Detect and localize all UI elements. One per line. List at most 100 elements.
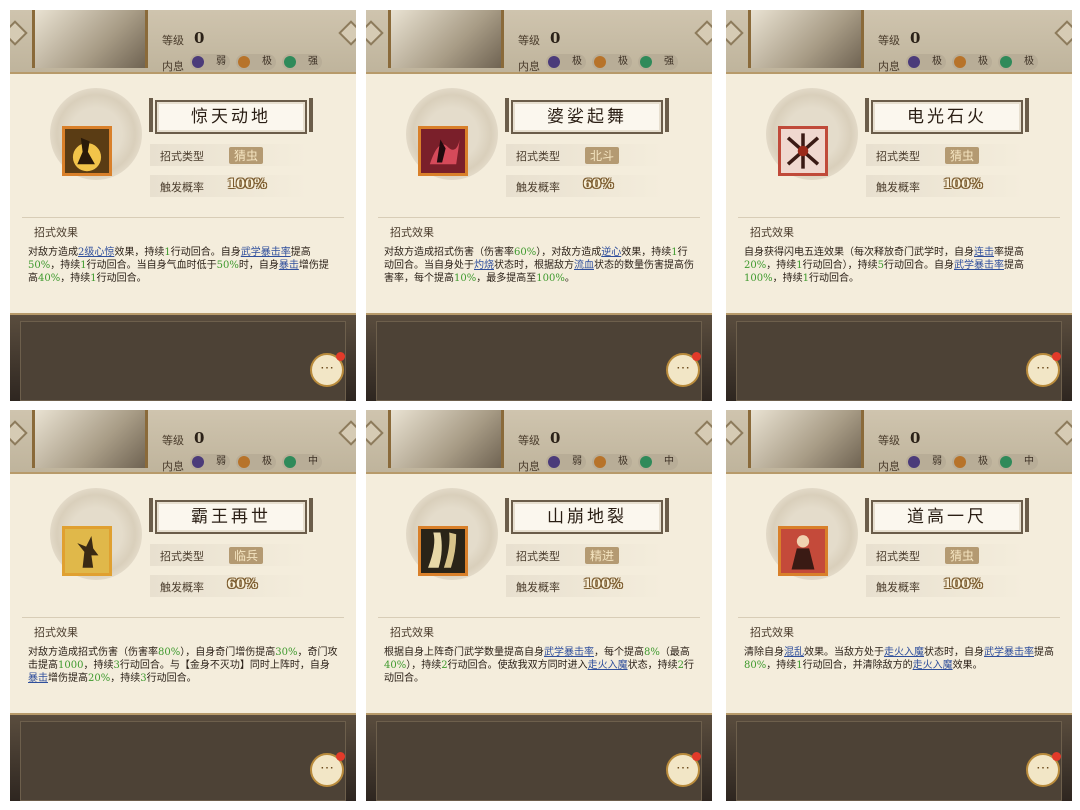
level-value: 0 bbox=[550, 29, 561, 47]
corner-ornament bbox=[366, 420, 384, 446]
neixi-badge-label: 极 bbox=[978, 456, 988, 467]
trigger-rate-label: 触发概率 bbox=[876, 181, 920, 194]
trigger-rate-value: 100% bbox=[943, 577, 983, 592]
status-keyword-link[interactable]: 暴击 bbox=[28, 673, 48, 684]
hero-portrait[interactable] bbox=[388, 410, 504, 468]
effect-description: 对敌方造成招式伤害（伤害率80%），自身奇门增伤提高30%，奇门攻击提高1000… bbox=[28, 646, 338, 685]
neixi-badge: 极 bbox=[998, 54, 1038, 70]
level-value: 0 bbox=[910, 429, 921, 447]
corner-ornament bbox=[1054, 420, 1072, 446]
neixi-orb-icon bbox=[908, 56, 920, 68]
effect-description: 自身获得闪电五连效果（每次释放奇门武学时，自身连击率提高20%，持续1行动回合）… bbox=[744, 246, 1054, 285]
skill-detail-card: 霸王再世 招式类型 临兵 触发概率 60% 招式效果 对敌方造成招式伤害（伤害率80%），自… bbox=[10, 472, 356, 715]
neixi-badge: 极 bbox=[546, 54, 586, 70]
corner-ornament bbox=[1054, 20, 1072, 46]
chat-bubble-button[interactable]: ⋯ bbox=[666, 352, 701, 387]
hero-background-area: ⋯ bbox=[366, 715, 712, 801]
status-keyword-link[interactable]: 武学暴击率 bbox=[544, 647, 594, 658]
neixi-badge: 中 bbox=[638, 454, 678, 470]
skill-type-value: 精进 bbox=[585, 547, 620, 564]
divider bbox=[22, 617, 344, 618]
effect-value: 1000 bbox=[58, 660, 84, 671]
notification-dot-icon bbox=[692, 752, 701, 761]
hero-portrait[interactable] bbox=[32, 410, 148, 468]
status-keyword-link[interactable]: 武学暴击率 bbox=[984, 647, 1034, 658]
status-keyword-link[interactable]: 连击 bbox=[974, 247, 994, 258]
red-slash-icon bbox=[778, 126, 828, 176]
effect-text: 提高 bbox=[1003, 260, 1024, 271]
neixi-badge-label: 极 bbox=[618, 456, 628, 467]
chat-bubble-icon: ⋯ bbox=[320, 760, 334, 776]
status-keyword-link[interactable]: 2级心惊 bbox=[78, 247, 114, 258]
neixi-badge-label: 极 bbox=[618, 56, 628, 67]
status-keyword-link[interactable]: 混乱 bbox=[784, 647, 804, 658]
hero-background-area: ⋯ bbox=[366, 315, 712, 401]
skill-type-row: 招式类型 精进 bbox=[506, 544, 664, 566]
status-keyword-link[interactable]: 暴击 bbox=[279, 260, 299, 271]
hero-portrait[interactable] bbox=[748, 10, 864, 68]
effect-value: 100% bbox=[744, 273, 773, 284]
skill-panel: 等级 0 内息弱极中山崩地裂 招式类型 精进 触发概率 100% 招式效果 根据自身上阵奇门武学… bbox=[366, 410, 712, 801]
effect-text: ），自身奇门增伤提高 bbox=[180, 647, 276, 658]
effect-text: 行动回合），持续 bbox=[802, 260, 878, 271]
neixi-orb-icon bbox=[284, 56, 296, 68]
status-keyword-link[interactable]: 武学暴击率 bbox=[954, 260, 1004, 271]
neixi-badge: 极 bbox=[236, 54, 276, 70]
corner-ornament bbox=[726, 20, 744, 46]
status-keyword-link[interactable]: 灼烧 bbox=[474, 260, 494, 271]
chat-bubble-button[interactable]: ⋯ bbox=[1026, 352, 1061, 387]
chat-bubble-button[interactable]: ⋯ bbox=[666, 752, 701, 787]
skill-name: 霸王再世 bbox=[149, 498, 313, 534]
status-keyword-link[interactable]: 武学暴击率 bbox=[241, 247, 291, 258]
neixi-orb-icon bbox=[548, 56, 560, 68]
effect-text: 提高 bbox=[1034, 647, 1054, 658]
skill-type-label: 招式类型 bbox=[876, 150, 920, 163]
chat-bubble-button[interactable]: ⋯ bbox=[310, 352, 345, 387]
notification-dot-icon bbox=[692, 352, 701, 361]
effect-text: ，持续 bbox=[766, 660, 797, 671]
effect-value: 80% bbox=[158, 647, 181, 658]
status-keyword-link[interactable]: 走火入魔 bbox=[884, 647, 924, 658]
skill-type-value: 临兵 bbox=[229, 547, 264, 564]
level-value: 0 bbox=[910, 29, 921, 47]
neixi-badge-label: 极 bbox=[978, 56, 988, 67]
skill-name: 山崩地裂 bbox=[505, 498, 669, 534]
effect-text: ，每个提高 bbox=[594, 647, 644, 658]
status-keyword-link[interactable]: 流血 bbox=[574, 260, 594, 271]
status-keyword-link[interactable]: 走火入魔 bbox=[913, 660, 953, 671]
skill-panel: 等级 0 内息极极极电光石火 招式类型 猜虫 触发概率 100% 招式效果 自身获得闪电五连效果… bbox=[726, 10, 1072, 401]
chat-bubble-button[interactable]: ⋯ bbox=[1026, 752, 1061, 787]
effect-text: ，持续 bbox=[60, 273, 91, 284]
status-keyword-link[interactable]: 走火入魔 bbox=[588, 660, 628, 671]
chat-bubble-button[interactable]: ⋯ bbox=[310, 752, 345, 787]
skill-name: 婆娑起舞 bbox=[505, 98, 669, 134]
effect-text: ），对敌方造成 bbox=[536, 247, 602, 258]
trigger-rate-label: 触发概率 bbox=[160, 581, 204, 594]
divider bbox=[22, 217, 344, 218]
hero-portrait[interactable] bbox=[748, 410, 864, 468]
effect-text: 状态，持续 bbox=[627, 660, 678, 671]
effect-value: 20% bbox=[744, 260, 767, 271]
neixi-orb-icon bbox=[192, 56, 204, 68]
effect-text: 行动回合。 bbox=[146, 673, 197, 684]
hero-portrait[interactable] bbox=[388, 10, 504, 68]
effect-label: 招式效果 bbox=[34, 226, 78, 239]
skill-type-label: 招式类型 bbox=[160, 550, 204, 563]
hero-portrait[interactable] bbox=[32, 10, 148, 68]
status-keyword-link[interactable]: 逆心 bbox=[601, 247, 621, 258]
neixi-orb-icon bbox=[908, 456, 920, 468]
neixi-badge: 弱 bbox=[906, 454, 946, 470]
effect-value: 20% bbox=[88, 673, 111, 684]
effect-label: 招式效果 bbox=[34, 626, 78, 639]
neixi-badge-label: 弱 bbox=[572, 456, 582, 467]
level-label: 等级 bbox=[878, 434, 900, 447]
divider bbox=[738, 617, 1060, 618]
skill-name: 电光石火 bbox=[865, 98, 1029, 134]
effect-label: 招式效果 bbox=[390, 226, 434, 239]
neixi-badge: 弱 bbox=[546, 454, 586, 470]
skill-detail-card: 惊天动地 招式类型 猜虫 触发概率 100% 招式效果 对敌方造成2级心惊效果，持续1行动回… bbox=[10, 72, 356, 315]
skill-type-row: 招式类型 临兵 bbox=[150, 544, 308, 566]
notification-dot-icon bbox=[336, 352, 345, 361]
neixi-badge: 极 bbox=[952, 54, 992, 70]
neixi-orb-icon bbox=[548, 456, 560, 468]
